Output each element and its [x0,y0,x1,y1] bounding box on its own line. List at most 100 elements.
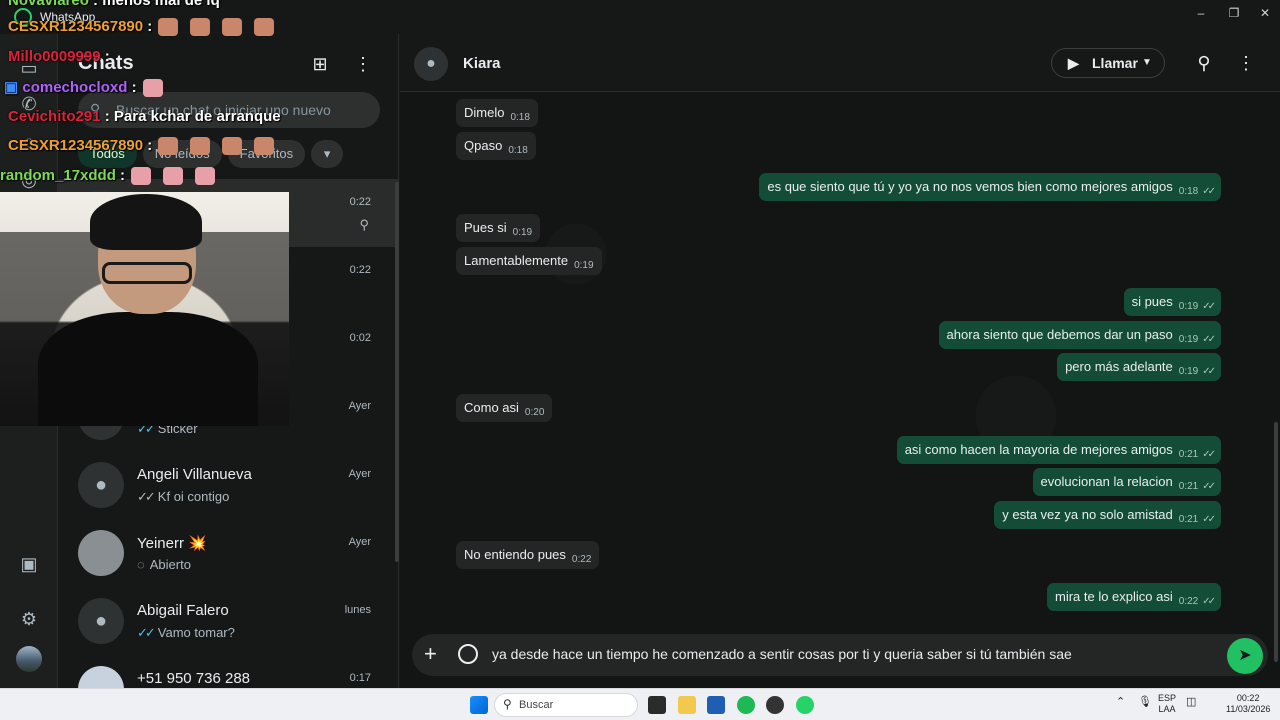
contact-name[interactable]: Kiara [463,55,501,72]
taskbar-search[interactable]: ⚲ Buscar [494,693,638,717]
send-icon[interactable]: ➤ [1227,638,1263,674]
message-time: 0:21 [1178,481,1199,492]
obs-icon[interactable] [766,696,784,714]
message-composer[interactable]: + ya desde hace un tiempo he comenzado a… [412,634,1268,676]
chat-list-scrollbar[interactable] [395,182,399,562]
delivered-tick-icon: ✓✓ [1202,366,1216,377]
search-icon[interactable]: ⚲ [1191,50,1217,76]
emote-icon [158,18,179,37]
search-icon: ⚲ [503,697,512,711]
network-icon[interactable]: ◫ [1186,697,1196,708]
message-time: 0:19 [1178,334,1199,345]
store-icon[interactable] [707,696,725,714]
person-icon[interactable]: ● [414,47,448,81]
maximize-button[interactable]: ❐ [1219,4,1249,22]
chat-preview: ✓✓ Kf oi contigo [137,489,229,505]
outgoing-message[interactable]: pero más adelante 0:19 ✓✓ [1057,353,1221,381]
plus-icon[interactable]: + [424,643,437,665]
message-time: 0:19 [1178,366,1199,377]
outgoing-message[interactable]: asi como hacen la mayoria de mejores ami… [896,436,1221,464]
chat-name: Angeli Villanueva [137,466,252,483]
file-explorer-icon[interactable] [678,696,696,714]
spotify-icon[interactable] [737,696,755,714]
clock[interactable]: 00:22 11/03/2026 [1226,693,1270,715]
start-icon[interactable] [470,696,488,714]
read-tick-icon: ✓✓ [137,625,156,640]
stream-chat-text: : [147,137,153,154]
stream-chat-text: : [120,167,126,184]
delivered-tick-icon: ✓✓ [1202,186,1216,197]
close-button[interactable]: ✕ [1250,4,1280,22]
emote-icon [190,137,211,156]
emoji-icon[interactable] [458,644,478,664]
stream-chat-user: CESXR1234567890 [8,18,144,35]
emote-icon [163,167,184,186]
chat-item[interactable]: ● Abigail Falero ✓✓ Vamo tomar? lunes [58,587,399,655]
message-time: 0:20 [524,407,545,418]
incoming-message[interactable]: No entiendo pues 0:22 [456,541,600,569]
new-chat-icon[interactable]: ⊞ [308,52,332,76]
delivered-tick-icon: ✓✓ [1202,301,1216,312]
chat-preview-text: Vamo tomar? [157,625,235,640]
chat-time: Ayer [348,536,371,548]
contact-avatar [78,530,124,576]
message-scrollbar[interactable] [1274,422,1278,662]
stream-chat-user: comechocloxd [22,79,128,96]
incoming-message[interactable]: Qpaso 0:18 [456,132,536,160]
language-indicator[interactable]: ESP LAA [1158,693,1176,715]
stream-chat-text: : [104,48,110,65]
menu-icon[interactable]: ⋮ [1233,50,1259,76]
message-area: Dimelo 0:18 Qpaso 0:18 es que siento que t… [400,92,1280,662]
chat-item[interactable]: Yeinerr 💥 ◌ Abierto Ayer [58,519,399,587]
incoming-message[interactable]: Como asi 0:20 [456,394,553,422]
webcam-person-glasses [102,262,192,284]
profile-avatar[interactable] [16,646,42,672]
outgoing-message[interactable]: si pues 0:19 ✓✓ [1123,288,1221,316]
delivered-tick-icon: ✓✓ [137,489,156,504]
incoming-message[interactable]: Pues si 0:19 [456,214,541,242]
menu-icon[interactable]: ⋮ [351,52,375,76]
minimize-button[interactable]: – [1186,4,1216,22]
chevron-up-icon[interactable]: ⌃ [1116,697,1125,708]
emote-icon [158,137,179,156]
incoming-message[interactable]: Dimelo 0:18 [456,99,538,127]
task-view-icon[interactable] [648,696,666,714]
message-text: Dimelo [464,105,505,120]
chat-time: 0:17 [349,672,371,684]
outgoing-message[interactable]: mira te lo explico asi 0:22 ✓✓ [1046,583,1221,611]
outgoing-message[interactable]: evolucionan la relacion 0:21 ✓✓ [1032,468,1221,496]
person-icon: ● [78,598,124,644]
emote-icon [142,79,163,98]
message-input[interactable]: ya desde hace un tiempo he comenzado a s… [492,646,1072,662]
stream-chat-line: Novaviareo : menos mal de iq [8,0,220,9]
message-text: ahora siento que debemos dar un paso [946,327,1173,342]
chat-preview: ✓✓ Vamo tomar? [137,625,235,641]
settings-icon[interactable]: ⚙ [17,607,41,631]
delivered-tick-icon: ✓✓ [1202,449,1216,460]
chevron-down-icon[interactable]: ▾ [311,140,344,168]
webcam-person-hair [90,194,202,250]
message-time: 0:21 [1178,449,1199,460]
chat-item[interactable]: +51 950 736 288 0:17 [58,655,399,688]
whatsapp-taskbar-icon[interactable] [796,696,814,714]
outgoing-message[interactable]: es que siento que tú y yo ya no nos vemo… [759,173,1221,201]
stream-chat-line: CESXR1234567890 : [8,137,280,156]
clock-time: 00:22 [1236,693,1260,703]
chat-item[interactable]: ● Angeli Villanueva ✓✓ Kf oi contigo Ayer [58,451,399,519]
taskbar-search-label: Buscar [519,699,554,711]
media-icon[interactable]: ▣ [17,552,41,576]
message-text: No entiendo pues [464,547,566,562]
microphone-icon[interactable]: 🎙 [1138,697,1152,708]
message-time: 0:22 [571,554,592,565]
emote-icon [254,137,275,156]
clock-date: 11/03/2026 [1226,704,1271,714]
outgoing-message[interactable]: y esta vez ya no solo amistad 0:21 ✓✓ [994,501,1221,529]
outgoing-message[interactable]: ahora siento que debemos dar un paso 0:19… [938,321,1221,349]
stream-chat-line: random_17xddd : [0,167,221,186]
chat-preview: ◌ Abierto [137,557,191,572]
video-icon: ▶ [1068,55,1079,71]
call-button[interactable]: ▶ Llamar ▼ [1051,48,1165,78]
incoming-message[interactable]: Lamentablemente 0:19 [456,247,602,275]
stream-chat-text: : [131,79,137,96]
message-time: 0:19 [512,227,533,238]
